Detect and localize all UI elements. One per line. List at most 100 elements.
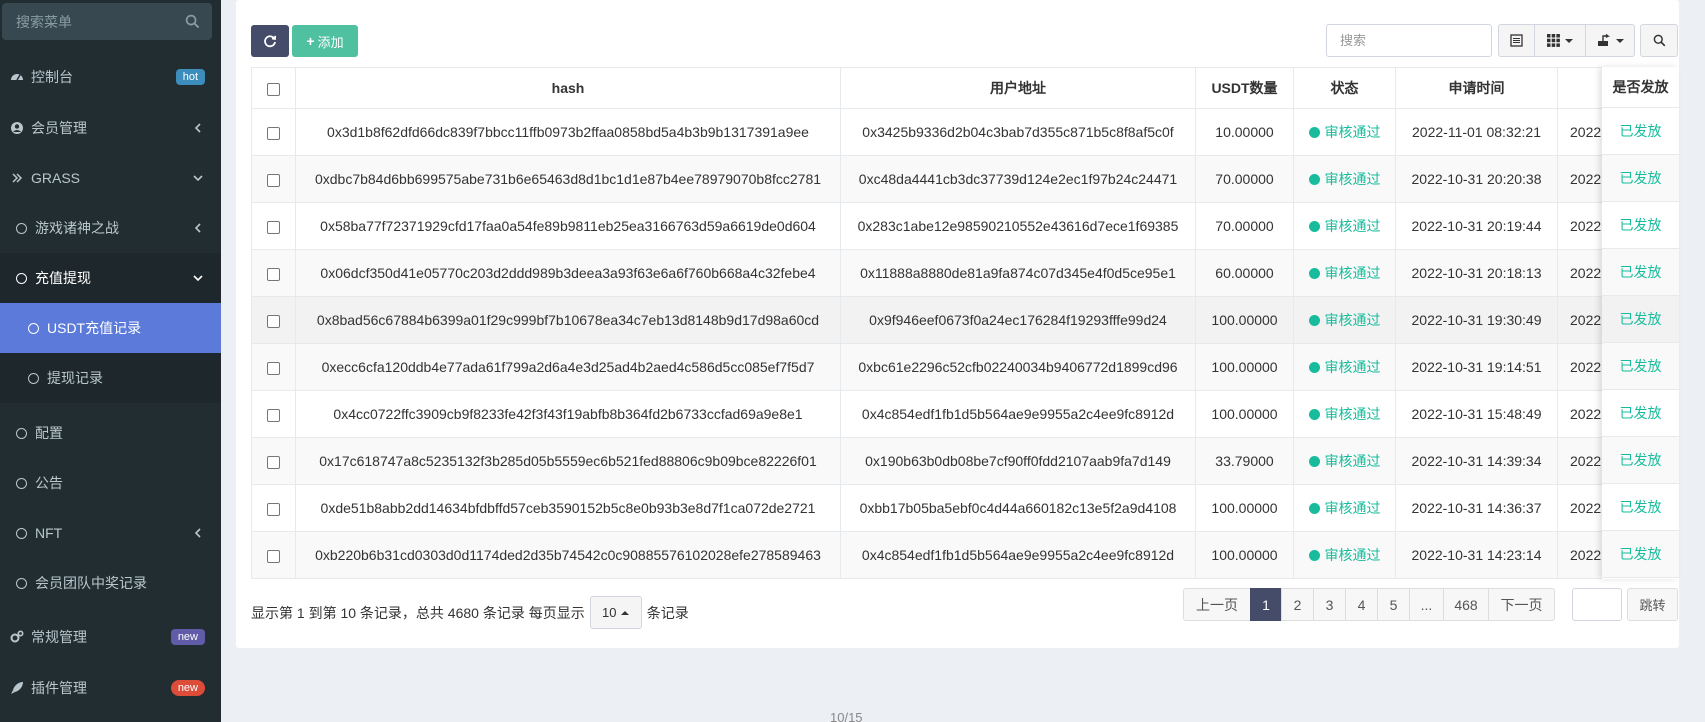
sidebar-item-game[interactable]: 游戏诸神之战 bbox=[0, 203, 221, 253]
row-checkbox[interactable] bbox=[267, 220, 280, 234]
row-checkbox[interactable] bbox=[267, 267, 280, 281]
page-button[interactable]: 4 bbox=[1345, 588, 1378, 621]
sidebar-item-nft[interactable]: NFT bbox=[0, 508, 221, 558]
row-checkbox[interactable] bbox=[267, 549, 280, 563]
issued-cell: 已发放 bbox=[1602, 343, 1679, 390]
status-cell: 审核通过 bbox=[1293, 249, 1396, 297]
sidebar-item-announcement[interactable]: 公告 bbox=[0, 458, 221, 508]
plus-icon: + bbox=[306, 33, 315, 49]
amount-cell: 60.00000 bbox=[1195, 249, 1294, 297]
status-dot-icon bbox=[1308, 267, 1320, 279]
address-cell: 0xc48da4441cb3dc37739d124e2ec1f97b24c244… bbox=[840, 155, 1196, 203]
table-row: 0x3d1b8f62dfd66dc839f7bbcc11ffb0973b2ffa… bbox=[251, 108, 1679, 156]
sidebar-item-recharge-withdraw[interactable]: 充值提现 bbox=[0, 253, 221, 303]
status-badge: 审核通过 bbox=[1308, 169, 1381, 189]
chevron-left-icon bbox=[194, 223, 201, 233]
chevron-left-icon bbox=[194, 123, 201, 133]
page-jump-input[interactable] bbox=[1572, 588, 1622, 621]
sidebar-item-grass[interactable]: GRASS bbox=[0, 153, 221, 203]
hash-cell: 0x06dcf350d41e05770c203d2ddd989b3deea3a9… bbox=[295, 249, 841, 297]
apply-time-cell: 2022-10-31 14:23:14 bbox=[1395, 531, 1558, 579]
prev-page-button[interactable]: 上一页 bbox=[1183, 588, 1251, 621]
chevron-down-icon bbox=[193, 275, 203, 282]
next-page-button[interactable]: 下一页 bbox=[1488, 588, 1555, 621]
page-size-select[interactable]: 10 bbox=[589, 596, 642, 629]
page-button[interactable]: 5 bbox=[1377, 588, 1410, 621]
sidebar-item-label: 会员团队中奖记录 bbox=[35, 575, 147, 591]
select-all-checkbox[interactable] bbox=[267, 82, 280, 96]
sidebar-item-dashboard[interactable]: 控制台 hot bbox=[0, 52, 221, 102]
row-checkbox[interactable] bbox=[267, 502, 280, 516]
column-header-issued[interactable]: 是否发放 bbox=[1602, 67, 1679, 108]
sidebar-item-general[interactable]: 常规管理 new bbox=[0, 612, 221, 662]
row-checkbox[interactable] bbox=[267, 361, 280, 375]
refresh-button[interactable] bbox=[251, 25, 289, 57]
search-icon[interactable] bbox=[185, 14, 200, 29]
fixed-column-issued: 是否发放 已发放 已发放 已发放 已发放 已发放 已发放 已发放 已发放 已发放 已发放 bbox=[1602, 67, 1679, 579]
address-cell: 0x4c854edf1fb1d5b564ae9e9955a2c4ee9fc891… bbox=[840, 531, 1196, 579]
table-search-input[interactable] bbox=[1326, 24, 1492, 57]
apply-time-cell: 2022-10-31 14:39:34 bbox=[1395, 437, 1558, 485]
row-checkbox[interactable] bbox=[267, 126, 280, 140]
status-cell: 审核通过 bbox=[1293, 484, 1396, 532]
sidebar-item-config[interactable]: 配置 bbox=[0, 408, 221, 458]
sidebar-item-members[interactable]: 会员管理 bbox=[0, 103, 221, 153]
row-select-cell bbox=[251, 437, 296, 485]
table-row: 0xde51b8abb2dd14634bfdbffd57ceb3590152b5… bbox=[251, 484, 1679, 532]
column-header-apply-time[interactable]: 申请时间 bbox=[1395, 67, 1558, 109]
hash-cell: 0x3d1b8f62dfd66dc839f7bbcc11ffb0973b2ffa… bbox=[295, 108, 841, 156]
status-dot-icon bbox=[1308, 314, 1320, 326]
add-button[interactable]: + 添加 bbox=[292, 25, 358, 57]
row-checkbox[interactable] bbox=[267, 173, 280, 187]
hot-badge: hot bbox=[175, 69, 205, 85]
status-badge: 审核通过 bbox=[1308, 357, 1381, 377]
row-checkbox[interactable] bbox=[267, 408, 280, 422]
page-button[interactable]: 3 bbox=[1313, 588, 1346, 621]
user-circle-icon bbox=[10, 121, 24, 135]
table-row: 0x58ba77f72371929cfd17faa0a54fe89b9811eb… bbox=[251, 202, 1679, 250]
page-button[interactable]: 1 bbox=[1250, 588, 1282, 621]
page-button[interactable]: 468 bbox=[1443, 588, 1489, 621]
sidebar-item-withdraw-records[interactable]: 提现记录 bbox=[0, 353, 221, 403]
circle-icon bbox=[15, 477, 27, 489]
jump-button[interactable]: 跳转 bbox=[1627, 588, 1678, 621]
pagination-info: 显示第 1 到第 10 条记录，总共 4680 条记录 每页显示 10 条记录 bbox=[251, 596, 689, 629]
cogs-icon bbox=[10, 630, 24, 644]
hash-cell: 0xdbc7b84d6bb699575abe731b6e65463d8d1bc1… bbox=[295, 155, 841, 203]
status-badge: 审核通过 bbox=[1308, 310, 1381, 330]
column-header-amount[interactable]: USDT数量 bbox=[1195, 67, 1294, 109]
add-button-label: 添加 bbox=[317, 34, 344, 50]
address-cell: 0xbc61e2296c52cfb02240034b9406772d1899cd… bbox=[840, 343, 1196, 391]
export-button[interactable] bbox=[1585, 24, 1635, 57]
hash-cell: 0xde51b8abb2dd14634bfdbffd57ceb3590152b5… bbox=[295, 484, 841, 532]
sidebar-item-usdt-recharge[interactable]: USDT充值记录 bbox=[0, 303, 221, 353]
page-button[interactable]: 2 bbox=[1281, 588, 1314, 621]
column-header-hash[interactable]: hash bbox=[295, 67, 841, 109]
status-cell: 审核通过 bbox=[1293, 390, 1396, 438]
status-cell: 审核通过 bbox=[1293, 155, 1396, 203]
status-text: 审核通过 bbox=[1324, 500, 1381, 516]
sidebar: 控制台 hot 会员管理 GRASS 游戏诸神之战 充值提现 USDT充值记录 … bbox=[0, 0, 221, 722]
status-text: 审核通过 bbox=[1324, 218, 1381, 234]
status-text: 审核通过 bbox=[1324, 312, 1381, 328]
columns-button[interactable] bbox=[1534, 24, 1586, 57]
search-toggle-button[interactable] bbox=[1640, 24, 1678, 57]
amount-cell: 10.00000 bbox=[1195, 108, 1294, 156]
column-header-address[interactable]: 用户地址 bbox=[840, 67, 1196, 109]
status-badge: 审核通过 bbox=[1308, 545, 1381, 565]
pagination-info-suffix: 条记录 bbox=[646, 604, 689, 621]
sidebar-item-team-prize[interactable]: 会员团队中奖记录 bbox=[0, 558, 221, 608]
address-cell: 0x11888a8880de81a9fa874c07d345e4f0d5ce95… bbox=[840, 249, 1196, 297]
sidebar-search-input[interactable] bbox=[2, 3, 182, 40]
sidebar-item-plugins[interactable]: 插件管理 new bbox=[0, 663, 221, 713]
issued-cell: 已发放 bbox=[1602, 155, 1679, 202]
caret-down-icon bbox=[1615, 38, 1624, 43]
status-cell: 审核通过 bbox=[1293, 343, 1396, 391]
toggle-view-button[interactable] bbox=[1498, 24, 1535, 57]
row-checkbox[interactable] bbox=[267, 455, 280, 469]
sidebar-item-label: 控制台 bbox=[31, 69, 73, 85]
row-checkbox[interactable] bbox=[267, 314, 280, 328]
status-badge: 审核通过 bbox=[1308, 263, 1381, 283]
row-select-cell bbox=[251, 296, 296, 344]
column-header-status[interactable]: 状态 bbox=[1293, 67, 1396, 109]
